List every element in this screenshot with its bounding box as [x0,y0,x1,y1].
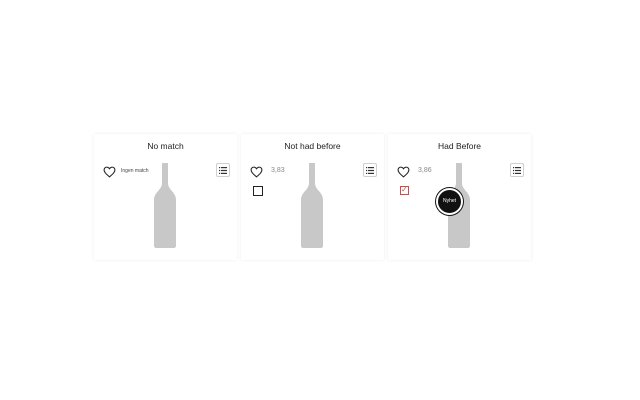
list-button[interactable] [216,163,230,177]
list-icon [219,166,227,174]
wine-bottle-icon [301,163,323,248]
rating-value: 3,83 [271,167,285,174]
list-icon [366,166,374,174]
heart-icon[interactable] [397,166,410,178]
wine-card[interactable]: 3,83 [241,156,384,260]
heart-icon[interactable] [250,166,263,178]
wine-card[interactable]: 3,86 ✓ Nyhet [388,156,531,260]
had-before-checkbox[interactable]: ✓ [400,185,409,195]
list-icon [513,166,521,174]
panel-no-match: No match Ingen match [94,134,237,260]
panel-not-had-before: Not had before 3,83 [241,134,384,260]
wine-bottle-icon [154,163,176,248]
check-icon: ✓ [401,185,408,194]
panel-title: No match [147,141,184,151]
no-match-label: Ingen match [121,168,149,174]
panel-had-before: Had Before 3,86 ✓ Nyhet [388,134,531,260]
panel-title: Had Before [438,141,481,151]
list-button[interactable] [363,163,377,177]
rating-value: 3,86 [418,167,432,174]
heart-icon[interactable] [103,166,116,178]
list-button[interactable] [510,163,524,177]
wine-card[interactable]: Ingen match [94,156,237,260]
panel-title: Not had before [284,141,341,151]
had-before-checkbox[interactable] [253,186,263,196]
new-badge: Nyhet [436,188,463,215]
